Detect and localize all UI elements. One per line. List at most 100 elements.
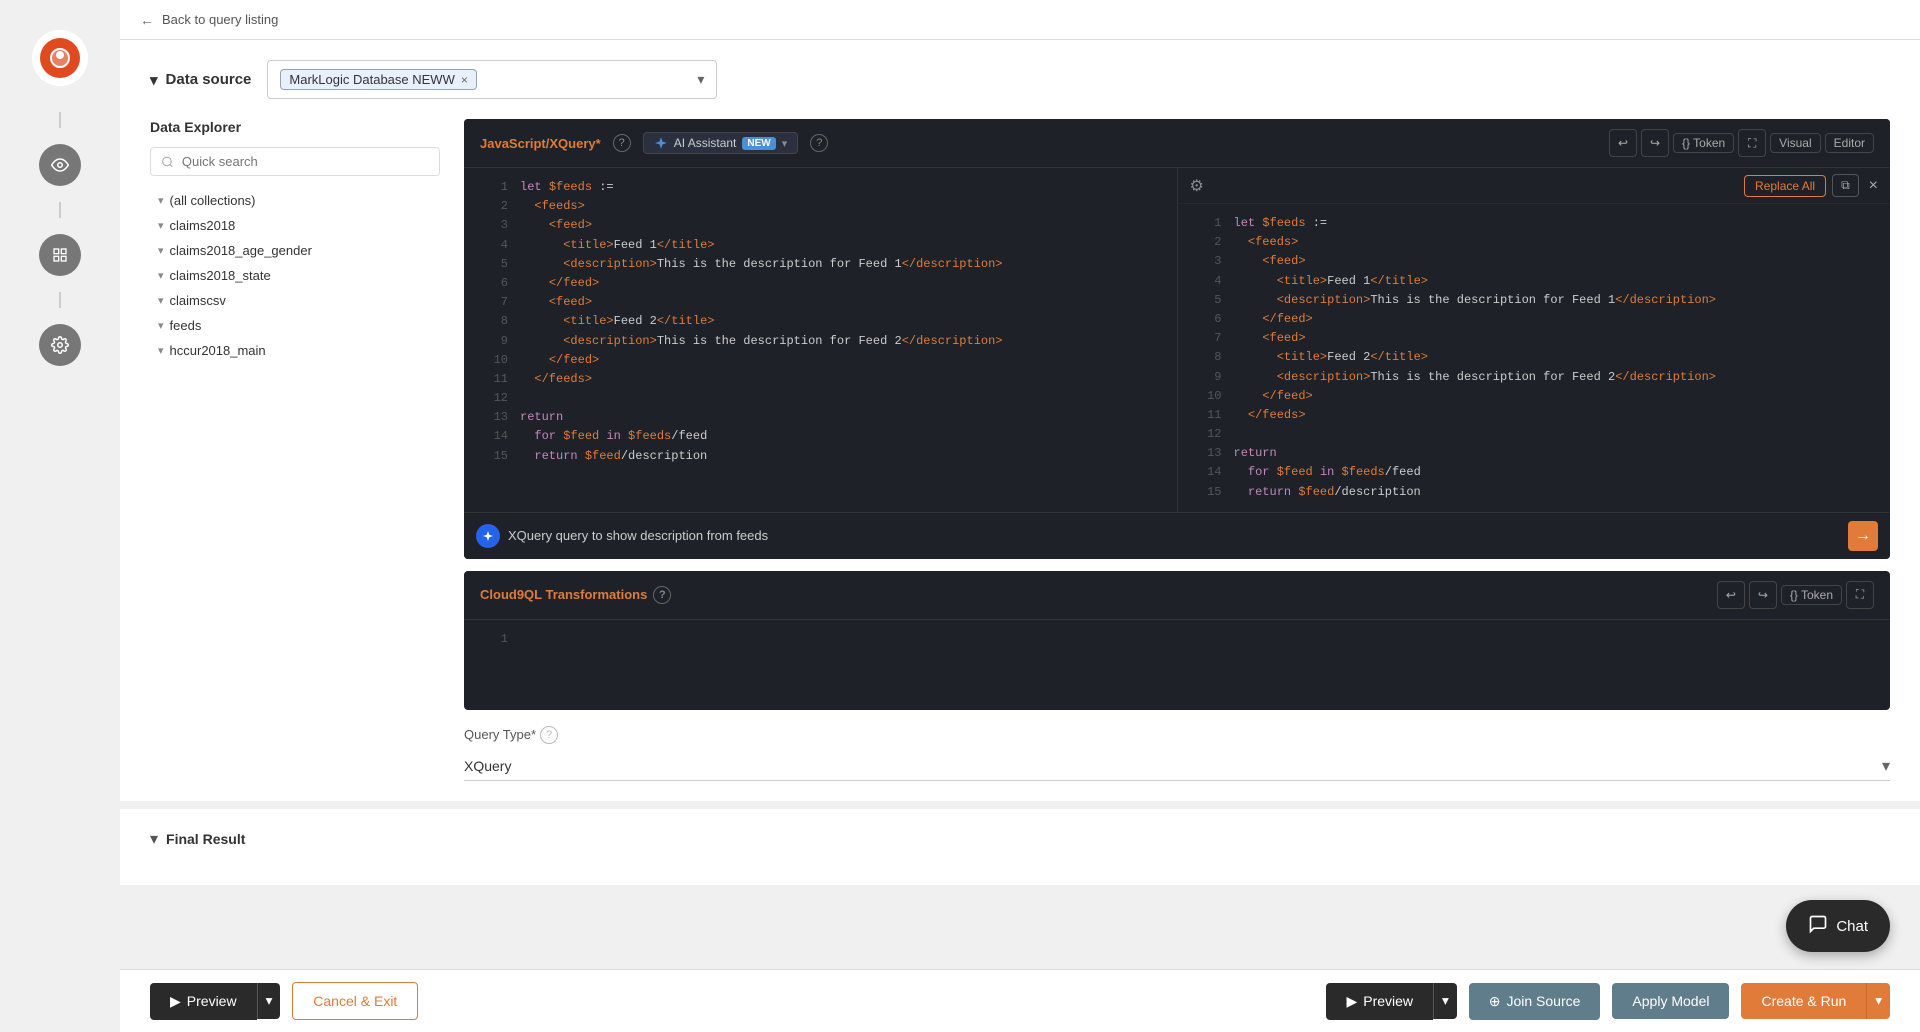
cloud9-panel: Cloud9QL Transformations ? ↩ ↪ {} Token …	[464, 571, 1890, 710]
bottom-action-bar: ▶ Preview ▾ Cancel & Exit ▶ Preview ▾ ⊕ …	[120, 969, 1920, 1032]
tree-item-claims2018[interactable]: ▾ claims2018	[150, 213, 440, 238]
final-result-toggle-icon[interactable]: ▾	[150, 829, 158, 849]
cloud9-fullscreen-button[interactable]: ⛶	[1846, 581, 1874, 609]
cloud9-token-button[interactable]: {} Token	[1781, 585, 1842, 605]
ai-chevron-icon: ▾	[782, 137, 788, 150]
back-arrow-icon: ←	[140, 12, 154, 28]
two-col-layout: Data Explorer ▾ (all collections) ▾ clai…	[150, 119, 1890, 781]
join-source-button[interactable]: ⊕ Join Source	[1469, 983, 1601, 1020]
chevron-icon: ▾	[158, 244, 164, 257]
tree-item-label: claims2018_state	[170, 268, 271, 283]
query-type-select-wrapper: XQuery JavaScript ▾	[464, 752, 1890, 781]
diff-pane-header: ⚙ Replace All ⧉ ×	[1178, 168, 1891, 204]
tree-item-claims2018-state[interactable]: ▾ claims2018_state	[150, 263, 440, 288]
tree-item-label: claims2018	[170, 218, 236, 233]
editor-right-pane[interactable]: ⚙ Replace All ⧉ × 1let $feeds :=	[1177, 168, 1891, 512]
tree-item-claims2018-age-gender[interactable]: ▾ claims2018_age_gender	[150, 238, 440, 263]
sidebar-connector-2	[59, 202, 61, 218]
ai-prompt-bar: XQuery query to show description from fe…	[464, 512, 1890, 559]
query-type-help-icon[interactable]: ?	[540, 726, 558, 744]
search-icon	[161, 155, 174, 169]
replace-all-button[interactable]: Replace All	[1744, 175, 1826, 197]
preview-btn-group: ▶ Preview ▾	[150, 983, 280, 1020]
datasource-value: MarkLogic Database NEWW	[289, 72, 454, 87]
tree-item-hccur2018-main[interactable]: ▾ hccur2018_main	[150, 338, 440, 363]
query-type-label: Query Type* ?	[464, 726, 1890, 744]
chevron-icon: ▾	[158, 219, 164, 232]
copy-button[interactable]: ⧉	[1832, 174, 1859, 197]
fullscreen-button[interactable]: ⛶	[1738, 129, 1766, 157]
search-box[interactable]	[150, 147, 440, 176]
diff-settings-icon[interactable]: ⚙	[1190, 176, 1204, 196]
tree-item-label: (all collections)	[170, 193, 256, 208]
sidebar-grid-icon[interactable]	[39, 234, 81, 276]
ai-send-button[interactable]: →	[1848, 521, 1878, 551]
preview-right-label: Preview	[1363, 993, 1413, 1009]
cloud9-title: Cloud9QL Transformations ?	[480, 586, 671, 604]
chevron-down-icon: ▾	[150, 71, 158, 89]
editor-mode-button[interactable]: Editor	[1825, 133, 1874, 153]
datasource-select[interactable]: MarkLogic Database NEWW × ▾	[267, 60, 717, 99]
code-area-left[interactable]: 1let $feeds := 2 <feeds> 3 <feed> 4 <tit…	[464, 168, 1177, 476]
right-actions: ▶ Preview ▾ ⊕ Join Source Apply Model Cr…	[1326, 983, 1890, 1020]
preview-dropdown-button[interactable]: ▾	[257, 983, 281, 1019]
sidebar	[0, 0, 120, 1032]
cancel-exit-button[interactable]: Cancel & Exit	[292, 982, 418, 1020]
ai-assistant-badge[interactable]: AI Assistant NEW ▾	[643, 132, 799, 154]
ai-badge-text: AI Assistant	[674, 136, 737, 150]
datasource-remove-icon[interactable]: ×	[461, 73, 468, 87]
editor-title: JavaScript/XQuery* ? AI Assistant NEW ▾ …	[480, 132, 828, 154]
app-logo[interactable]	[32, 30, 88, 86]
preview-right-dropdown-button[interactable]: ▾	[1433, 983, 1457, 1019]
main-editor-panel: JavaScript/XQuery* ? AI Assistant NEW ▾ …	[464, 119, 1890, 559]
sidebar-eye-icon[interactable]	[39, 144, 81, 186]
ai-sparkle-icon	[654, 136, 668, 150]
sidebar-settings-icon[interactable]	[39, 324, 81, 366]
cloud9-code-area[interactable]: 1	[464, 620, 1890, 710]
tree-item-claimscsv[interactable]: ▾ claimscsv	[150, 288, 440, 313]
final-result-title: Final Result	[166, 831, 245, 847]
visual-button[interactable]: Visual	[1770, 133, 1820, 153]
data-explorer-title: Data Explorer	[150, 119, 440, 135]
redo-button[interactable]: ↪	[1641, 129, 1669, 157]
data-source-label: Data source	[166, 71, 252, 88]
query-type-label-text: Query Type*	[464, 727, 536, 742]
code-area-right[interactable]: 1let $feeds := 2 <feeds> 3 <feed> 4 <tit…	[1178, 204, 1891, 512]
final-result-header: ▾ Final Result	[150, 829, 1890, 849]
datasource-dropdown-icon: ▾	[697, 71, 704, 88]
cloud9-undo-button[interactable]: ↩	[1717, 581, 1745, 609]
cloud9-help-icon[interactable]: ?	[653, 586, 671, 604]
preview-button[interactable]: ▶ Preview	[150, 983, 257, 1020]
main-content: ← Back to query listing ▾ Data source Ma…	[120, 0, 1920, 885]
token-button[interactable]: {} Token	[1673, 133, 1734, 153]
close-diff-button[interactable]: ×	[1869, 177, 1878, 195]
create-run-button[interactable]: Create & Run	[1741, 983, 1866, 1019]
undo-button[interactable]: ↩	[1609, 129, 1637, 157]
create-run-dropdown-button[interactable]: ▾	[1866, 983, 1890, 1019]
editor-help2-icon[interactable]: ?	[810, 134, 828, 152]
editor-lang-label: JavaScript/XQuery*	[480, 136, 601, 151]
ai-new-badge: NEW	[742, 137, 775, 150]
tree-item-label: hccur2018_main	[170, 343, 266, 358]
apply-model-button[interactable]: Apply Model	[1612, 983, 1729, 1019]
query-builder: ▾ Data source MarkLogic Database NEWW × …	[120, 40, 1920, 801]
chevron-icon: ▾	[158, 269, 164, 282]
chat-label: Chat	[1836, 918, 1868, 935]
query-type-select[interactable]: XQuery JavaScript	[464, 752, 1890, 781]
preview-label: Preview	[187, 993, 237, 1009]
tree-item-feeds[interactable]: ▾ feeds	[150, 313, 440, 338]
data-source-toggle[interactable]: ▾ Data source	[150, 71, 251, 89]
tree-view: ▾ (all collections) ▾ claims2018 ▾ claim…	[150, 188, 440, 363]
editor-left-pane[interactable]: 1let $feeds := 2 <feeds> 3 <feed> 4 <tit…	[464, 168, 1177, 512]
search-input[interactable]	[182, 154, 429, 169]
chat-fab-button[interactable]: Chat	[1786, 900, 1890, 952]
logo-icon	[40, 38, 80, 78]
cloud9-redo-button[interactable]: ↪	[1749, 581, 1777, 609]
back-link[interactable]: Back to query listing	[162, 12, 278, 27]
preview-right-btn-group: ▶ Preview ▾	[1326, 983, 1456, 1020]
tree-item-all-collections[interactable]: ▾ (all collections)	[150, 188, 440, 213]
editor-help-icon[interactable]: ?	[613, 134, 631, 152]
preview-right-button[interactable]: ▶ Preview	[1326, 983, 1433, 1020]
preview-play-icon: ▶	[170, 993, 181, 1010]
tree-item-label: claimscsv	[170, 293, 226, 308]
